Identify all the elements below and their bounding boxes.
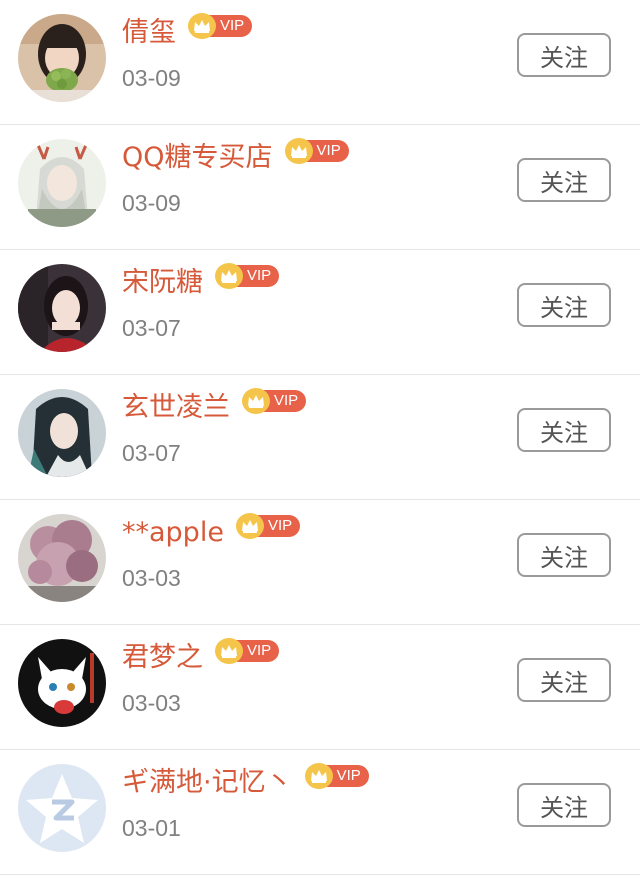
- vip-badge: VIP: [235, 513, 301, 539]
- user-name[interactable]: **apple: [122, 514, 224, 552]
- follow-date: 03-07: [122, 315, 181, 341]
- follow-date: 03-09: [122, 65, 181, 91]
- avatar[interactable]: [18, 264, 106, 352]
- list-item[interactable]: QQ糖专买店 VIP 03-09 关注: [0, 125, 640, 250]
- list-item[interactable]: ギ满地·记忆丶 VIP 03-01 关注: [0, 750, 640, 875]
- white-fox-cartoon-avatar: [18, 639, 106, 727]
- vip-badge: VIP: [215, 638, 280, 664]
- vip-badge: VIP: [242, 388, 307, 414]
- anime-dark-hair-avatar: [18, 389, 106, 477]
- vip-badge: VIP: [284, 138, 349, 164]
- follow-button[interactable]: 关注: [517, 533, 611, 577]
- user-name[interactable]: 君梦之: [122, 639, 203, 677]
- user-name[interactable]: 倩玺: [122, 14, 176, 52]
- follow-button[interactable]: 关注: [517, 658, 611, 702]
- list-item[interactable]: 倩玺 VIP 03-09 关注: [0, 0, 640, 125]
- avatar[interactable]: [18, 764, 106, 852]
- user-name[interactable]: 玄世凌兰: [122, 389, 230, 427]
- follow-button[interactable]: 关注: [517, 33, 611, 77]
- list-item[interactable]: 玄世凌兰 VIP 03-07 关注: [0, 375, 640, 500]
- crown-icon: [215, 638, 243, 664]
- follow-button[interactable]: 关注: [517, 158, 611, 202]
- crown-icon: [304, 763, 333, 789]
- avatar[interactable]: [18, 139, 106, 227]
- vip-badge: VIP: [215, 263, 280, 289]
- list-item[interactable]: 宋阮糖 VIP 03-07 关注: [0, 250, 640, 375]
- user-name[interactable]: 宋阮糖: [122, 264, 203, 302]
- follow-date: 03-03: [122, 690, 181, 716]
- follow-button[interactable]: 关注: [517, 408, 611, 452]
- follow-button[interactable]: 关注: [517, 283, 611, 327]
- avatar[interactable]: [18, 514, 106, 602]
- avatar[interactable]: [18, 389, 106, 477]
- default-star-avatar: [18, 764, 106, 852]
- avatar[interactable]: [18, 14, 106, 102]
- follow-date: 03-03: [122, 565, 181, 591]
- follow-date: 03-07: [122, 440, 181, 466]
- avatar[interactable]: [18, 639, 106, 727]
- anime-white-hair-antlers-avatar: [18, 139, 106, 227]
- follow-date: 03-01: [122, 815, 181, 841]
- user-name[interactable]: ギ满地·记忆丶: [122, 764, 293, 802]
- girl-portrait-avatar: [18, 264, 106, 352]
- follow-date: 03-09: [122, 190, 181, 216]
- user-list: 倩玺 VIP 03-09 关注 QQ糖专买店 VIP 03-09 关注 宋阮糖 …: [0, 0, 640, 875]
- girl-with-grapes-avatar: [18, 14, 106, 102]
- crown-icon: [188, 13, 216, 39]
- vip-badge: VIP: [188, 13, 253, 39]
- vip-badge: VIP: [304, 763, 369, 789]
- list-item[interactable]: 君梦之 VIP 03-03 关注: [0, 625, 640, 750]
- crown-icon: [242, 388, 270, 414]
- pink-flowers-avatar: [18, 514, 106, 602]
- crown-icon: [215, 263, 243, 289]
- list-item[interactable]: **apple VIP 03-03 关注: [0, 500, 640, 625]
- crown-icon: [235, 513, 264, 539]
- crown-icon: [284, 138, 313, 164]
- user-name[interactable]: QQ糖专买店: [122, 139, 273, 177]
- follow-button[interactable]: 关注: [517, 783, 611, 827]
